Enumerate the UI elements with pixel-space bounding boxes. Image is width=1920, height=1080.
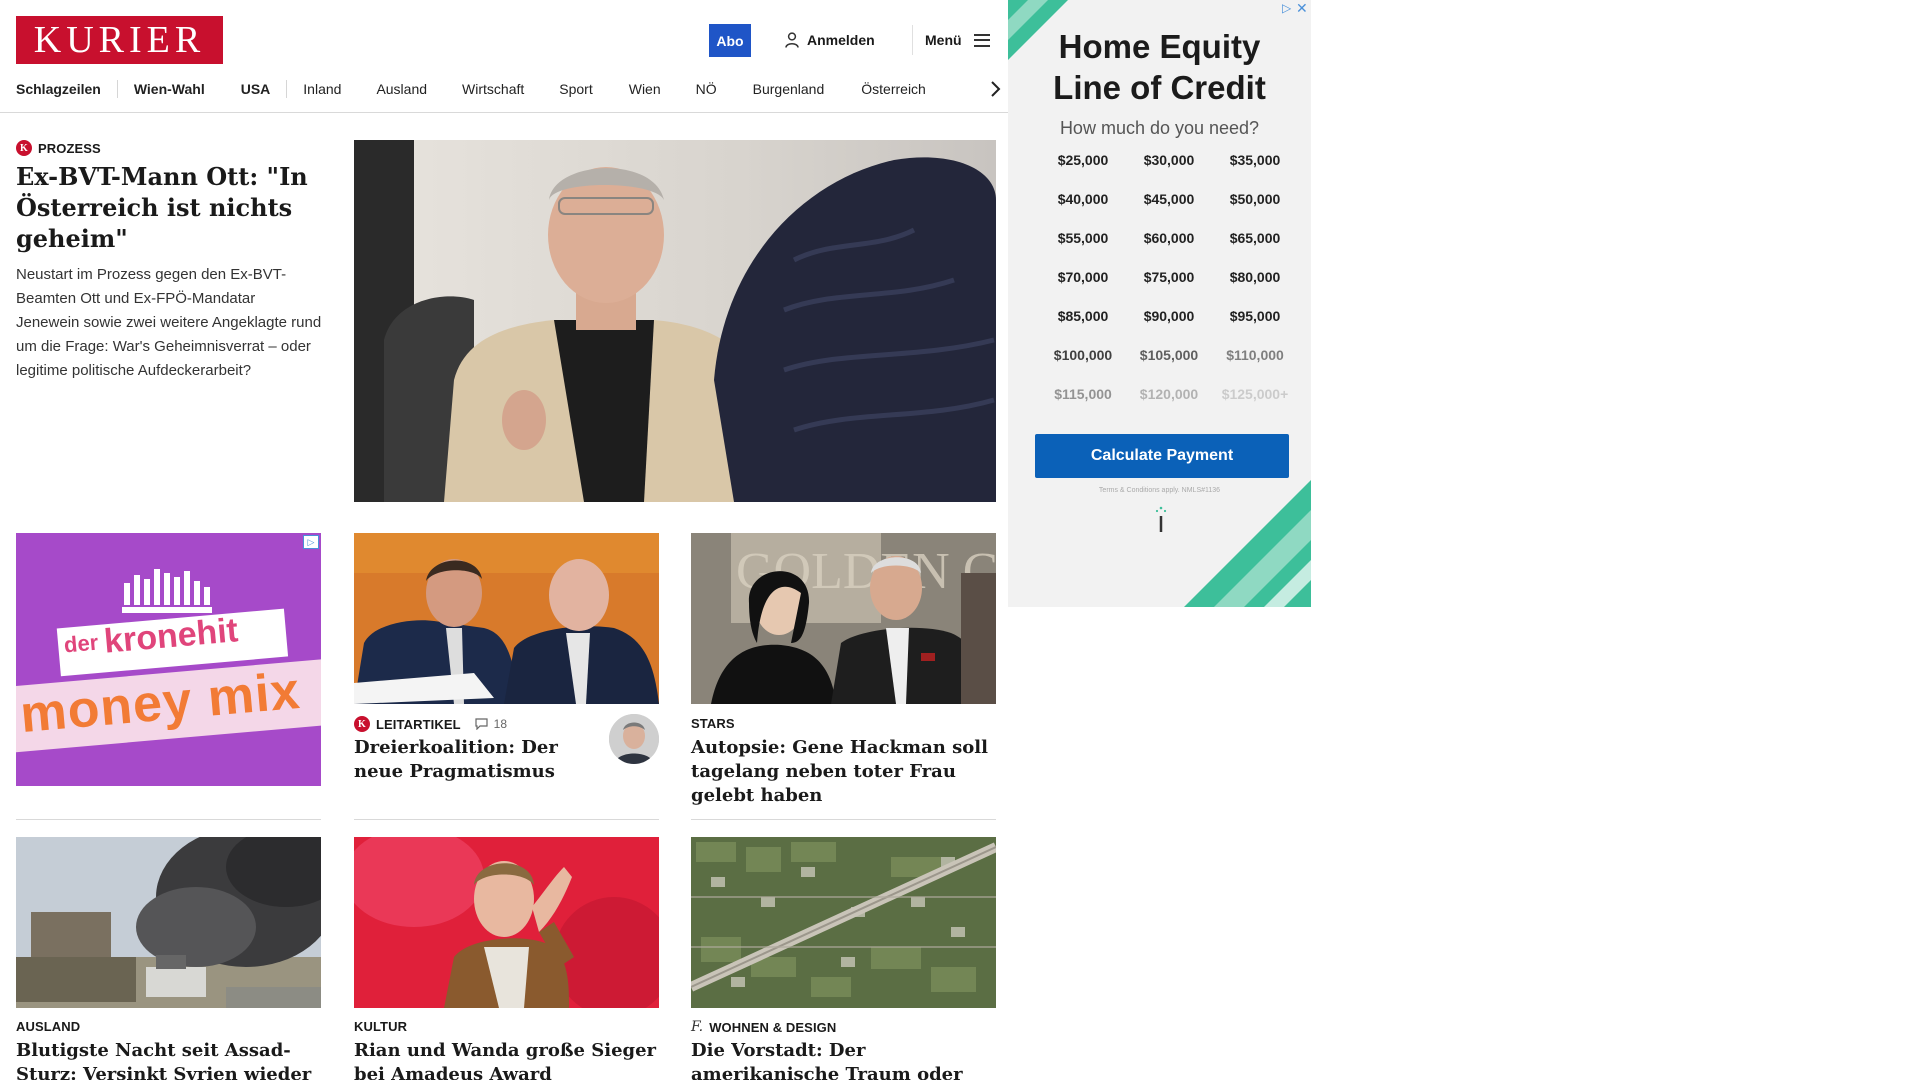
article-photo[interactable]: GOLDEN GLOBE AWARDS (691, 533, 996, 704)
amount-option[interactable]: $110,000 (1212, 347, 1298, 363)
lead-photo[interactable] (354, 140, 996, 502)
amount-option[interactable]: $45,000 (1126, 191, 1212, 207)
adchoices-icon[interactable]: ▷ (303, 535, 319, 549)
article-kicker: KULTUR (354, 1019, 408, 1034)
adchoices-icon[interactable]: ▷ (1282, 1, 1291, 15)
row-divider (16, 819, 321, 820)
amount-option[interactable]: $40,000 (1040, 191, 1126, 207)
nav-item-noe[interactable]: NÖ (696, 81, 717, 97)
row-divider (354, 819, 659, 820)
article-headline[interactable]: Dreierkoalition: Der neue Pragmatismus (354, 736, 594, 784)
amount-option[interactable]: $105,000 (1126, 347, 1212, 363)
amount-option[interactable]: $35,000 (1212, 152, 1298, 168)
nav-item-wirtschaft[interactable]: Wirtschaft (462, 81, 524, 97)
article-photo[interactable] (16, 837, 321, 1008)
section-nav: Schlagzeilen Wien-Wahl USA Inland Auslan… (16, 78, 1006, 100)
nav-item-wien[interactable]: Wien (629, 81, 661, 97)
article-kicker: STARS (691, 716, 735, 731)
amount-option[interactable]: $60,000 (1126, 230, 1212, 246)
comment-icon (475, 718, 488, 730)
article-headline[interactable]: Rian und Wanda große Sieger bei Amadeus … (354, 1039, 664, 1080)
nav-item-oesterreich[interactable]: Österreich (861, 81, 926, 97)
ad-title-line1: Home Equity (1058, 28, 1261, 65)
hamburger-icon (973, 33, 990, 47)
kronehit-promo-banner[interactable]: der kronehit money mix ▷ (16, 533, 321, 786)
amount-option[interactable]: $85,000 (1040, 308, 1126, 324)
row-divider (691, 819, 996, 820)
nav-item-sport[interactable]: Sport (559, 81, 592, 97)
amount-option[interactable]: $50,000 (1212, 191, 1298, 207)
advertiser-logo-icon (1155, 506, 1167, 532)
amount-option[interactable]: $70,000 (1040, 269, 1126, 285)
freizeit-icon: f. (691, 1019, 704, 1035)
lead-kicker: K PROZESS (16, 140, 101, 156)
lead-headline[interactable]: Ex-BVT-Mann Ott: "In Österreich ist nich… (16, 161, 316, 254)
promo-brand-small: der (62, 629, 100, 658)
article-kicker-text: LEITARTIKEL (376, 716, 461, 732)
kurier-plus-icon: K (16, 140, 32, 156)
amount-option[interactable]: $115,000 (1040, 386, 1126, 402)
amount-options: $25,000 $30,000 $35,000 $40,000 $45,000 … (1040, 152, 1300, 402)
header-divider (912, 25, 913, 55)
ad-title: Home Equity Line of Credit (1008, 26, 1311, 108)
article-kicker: f. WOHNEN & DESIGN (691, 1019, 836, 1035)
comment-count[interactable]: 18 (494, 717, 508, 731)
menu-button[interactable]: Menü (925, 30, 990, 50)
nav-bottom-border (0, 112, 1008, 113)
amount-option[interactable]: $95,000 (1212, 308, 1298, 324)
article-headline[interactable]: Die Vorstadt: Der amerikanische Traum od… (691, 1039, 1001, 1080)
ad-title-line2: Line of Credit (1053, 69, 1266, 106)
nav-separator (286, 80, 288, 98)
amount-option[interactable]: $120,000 (1126, 386, 1212, 402)
nav-item-inland[interactable]: Inland (303, 81, 341, 97)
amount-option[interactable]: $30,000 (1126, 152, 1212, 168)
article-photo[interactable] (354, 533, 659, 704)
login-button[interactable]: Anmelden (785, 30, 875, 50)
nav-item-schlagzeilen[interactable]: Schlagzeilen (16, 81, 101, 97)
amount-option[interactable]: $90,000 (1126, 308, 1212, 324)
nav-item-burgenland[interactable]: Burgenland (753, 81, 825, 97)
article-kicker: K LEITARTIKEL 18 (354, 716, 507, 732)
lead-teaser: Neustart im Prozess gegen den Ex-BVT-Bea… (16, 266, 322, 379)
article-kicker-text: WOHNEN & DESIGN (709, 1019, 837, 1035)
nav-item-usa[interactable]: USA (241, 81, 271, 97)
amount-option[interactable]: $55,000 (1040, 230, 1126, 246)
article-headline[interactable]: Blutigste Nacht seit Assad-Sturz: Versin… (16, 1039, 326, 1080)
login-label: Anmelden (807, 32, 875, 48)
abo-button[interactable]: Abo (709, 24, 751, 57)
nav-item-ausland[interactable]: Ausland (376, 81, 427, 97)
nav-separator (116, 80, 118, 98)
amount-option[interactable]: $65,000 (1212, 230, 1298, 246)
amount-option[interactable]: $25,000 (1040, 152, 1126, 168)
home-equity-ad[interactable]: ▷ ✕ Home Equity Line of Credit How much … (1008, 0, 1311, 607)
amount-option[interactable]: $100,000 (1040, 347, 1126, 363)
article-photo[interactable] (354, 837, 659, 1008)
amount-option[interactable]: $80,000 (1212, 269, 1298, 285)
article-photo[interactable] (691, 837, 996, 1008)
amount-option[interactable]: $75,000 (1126, 269, 1212, 285)
amount-option[interactable]: $125,000+ (1212, 386, 1298, 402)
chevron-right-icon[interactable] (988, 80, 1002, 98)
calculate-payment-button[interactable]: Calculate Payment (1035, 434, 1289, 478)
kurier-logo[interactable]: KURIER (16, 16, 223, 64)
article-headline[interactable]: Autopsie: Gene Hackman soll tagelang neb… (691, 736, 996, 808)
close-icon[interactable]: ✕ (1296, 0, 1308, 17)
article-kicker: AUSLAND (16, 1019, 81, 1034)
kurier-site: KURIER Abo Anmelden Menü Schlagzeilen Wi… (0, 0, 1010, 1080)
lead-kicker-text: PROZESS (38, 140, 101, 156)
ad-question: How much do you need? (1059, 118, 1260, 138)
kurier-plus-icon: K (354, 716, 370, 732)
author-avatar[interactable] (609, 714, 659, 764)
ad-terms: Terms & Conditions apply. NMLS#1136 (1098, 487, 1221, 494)
menu-label: Menü (925, 32, 962, 48)
user-icon (785, 32, 799, 48)
nav-item-wien-wahl[interactable]: Wien-Wahl (134, 81, 205, 97)
